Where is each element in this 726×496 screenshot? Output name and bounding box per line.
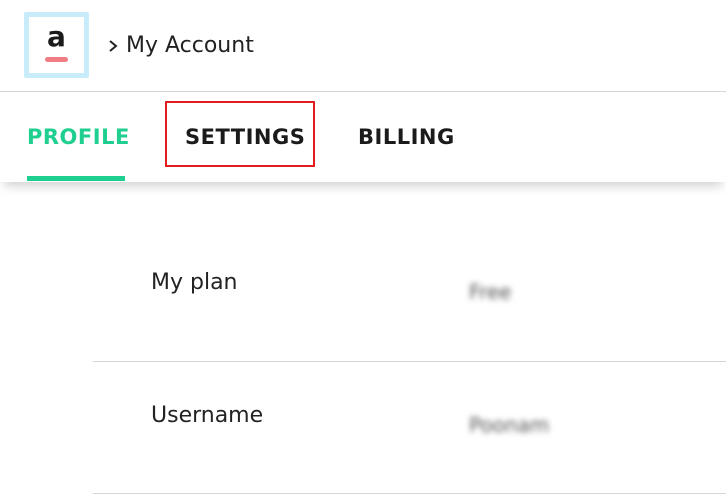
- account-page: a My Account PROFILE SETTINGS BILLING My…: [0, 0, 726, 496]
- profile-row-plan: My plan Free: [93, 229, 726, 361]
- username-value: Poonam: [469, 413, 550, 437]
- tab-billing[interactable]: BILLING: [358, 92, 455, 182]
- account-tabs: PROFILE SETTINGS BILLING: [0, 92, 726, 182]
- profile-row-username: Username Poonam: [93, 361, 726, 493]
- breadcrumb: My Account: [106, 32, 254, 60]
- tab-profile[interactable]: PROFILE: [27, 92, 129, 182]
- plan-label: My plan: [151, 270, 238, 295]
- row-divider: [93, 493, 726, 494]
- tab-settings[interactable]: SETTINGS: [185, 92, 305, 182]
- app-logo[interactable]: a: [24, 12, 89, 78]
- plan-value: Free: [469, 280, 512, 304]
- chevron-right-icon: [109, 40, 118, 52]
- page-title: My Account: [126, 33, 254, 58]
- logo-underline: [45, 57, 68, 62]
- username-label: Username: [151, 403, 264, 428]
- logo-letter: a: [47, 20, 66, 53]
- active-tab-indicator: [27, 176, 125, 181]
- header: a My Account: [0, 0, 726, 92]
